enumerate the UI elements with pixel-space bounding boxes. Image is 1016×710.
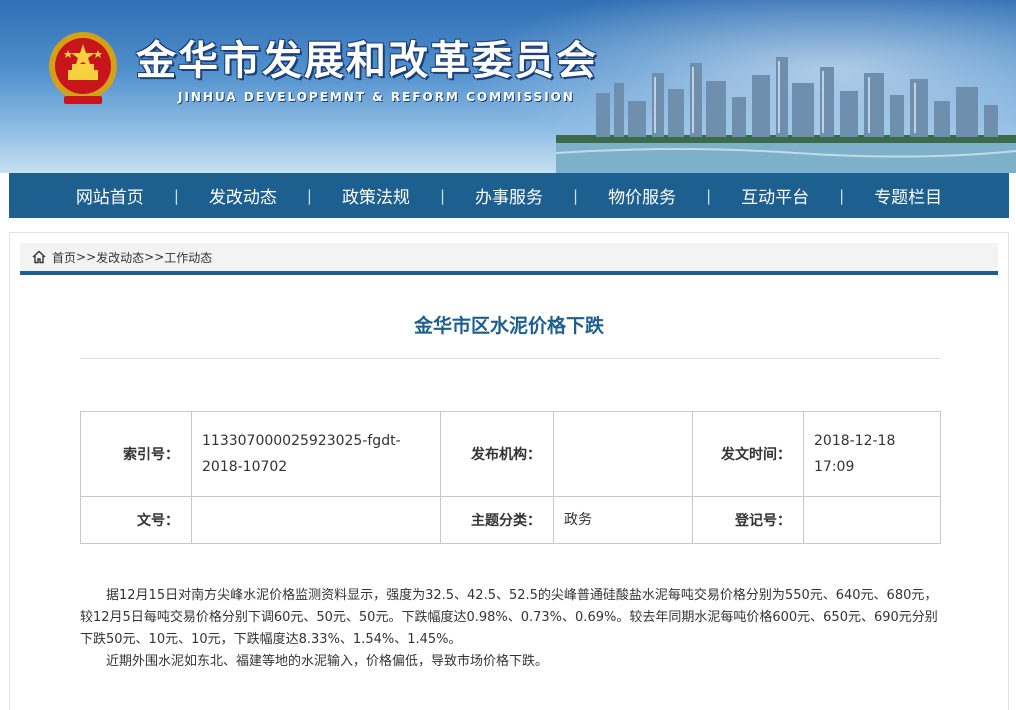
- header-banner: 金华市发展和改革委员会 JINHUA DEVELOPEMNT & REFORM …: [0, 0, 1016, 173]
- breadcrumb-work-link[interactable]: 工作动态: [164, 249, 212, 266]
- breadcrumb: 首页 >> 发改动态 >> 工作动态: [20, 243, 998, 275]
- nav-item-policy[interactable]: 政策法规: [312, 183, 440, 208]
- nav-item-interaction[interactable]: 互动平台: [711, 183, 839, 208]
- doc-no-label: 文号：: [80, 496, 192, 544]
- topic-value: 政务: [553, 496, 693, 544]
- publisher-label: 发布机构：: [440, 411, 554, 497]
- index-label: 索引号：: [80, 411, 192, 497]
- nav-item-topics[interactable]: 专题栏目: [844, 183, 972, 208]
- article-paragraph: 近期外围水泥如东北、福建等地的水泥输入，价格偏低，导致市场价格下跌。: [106, 654, 549, 669]
- table-row: 索引号： 113307000025923025-fgdt- 2018-10702…: [80, 411, 941, 497]
- home-icon: [32, 250, 46, 264]
- title-divider: [80, 358, 940, 359]
- breadcrumb-separator: >>: [76, 250, 97, 264]
- index-value-line: 113307000025923025-fgdt-: [202, 433, 401, 449]
- date-value-line: 2018-12-18: [814, 433, 896, 449]
- nav-item-news[interactable]: 发改动态: [179, 183, 307, 208]
- article-paragraph: 据12月15日对南方尖峰水泥价格监测资料显示，强度为32.5、42.5、52.5…: [80, 588, 938, 647]
- nav-item-home[interactable]: 网站首页: [46, 183, 174, 208]
- article-body: 据12月15日对南方尖峰水泥价格监测资料显示，强度为32.5、42.5、52.5…: [80, 585, 940, 673]
- article-title: 金华市区水泥价格下跌: [413, 315, 604, 337]
- site-subtitle: JINHUA DEVELOPEMNT & REFORM COMMISSION: [178, 90, 575, 104]
- topic-label: 主题分类：: [440, 496, 554, 544]
- index-value-line: 2018-10702: [202, 459, 288, 475]
- nav-item-price[interactable]: 物价服务: [578, 183, 706, 208]
- site-title: 金华市发展和改革委员会: [136, 38, 598, 84]
- city-skyline-image: [556, 57, 1016, 173]
- date-label: 发文时间：: [692, 411, 804, 497]
- publisher-value: [553, 411, 693, 497]
- content-panel: 首页 >> 发改动态 >> 工作动态 金华市区水泥价格下跌 索引号： 11330…: [9, 232, 1009, 710]
- breadcrumb-home-link[interactable]: 首页: [52, 249, 76, 266]
- reg-label: 登记号：: [692, 496, 804, 544]
- article-meta-table: 索引号： 113307000025923025-fgdt- 2018-10702…: [80, 411, 941, 544]
- nav-item-services[interactable]: 办事服务: [445, 183, 573, 208]
- table-row: 文号： 主题分类： 政务 登记号：: [80, 496, 941, 544]
- doc-no-value: [191, 496, 441, 544]
- time-value-line: 17:09: [814, 459, 855, 475]
- breadcrumb-separator: >>: [144, 250, 165, 264]
- date-value: 2018-12-18 17:09: [803, 411, 941, 497]
- reg-value: [803, 496, 941, 544]
- index-value: 113307000025923025-fgdt- 2018-10702: [191, 411, 441, 497]
- main-nav: 网站首页 | 发改动态 | 政策法规 | 办事服务 | 物价服务 | 互动平台 …: [9, 173, 1009, 218]
- breadcrumb-news-link[interactable]: 发改动态: [96, 249, 144, 266]
- national-emblem-icon: [49, 32, 117, 104]
